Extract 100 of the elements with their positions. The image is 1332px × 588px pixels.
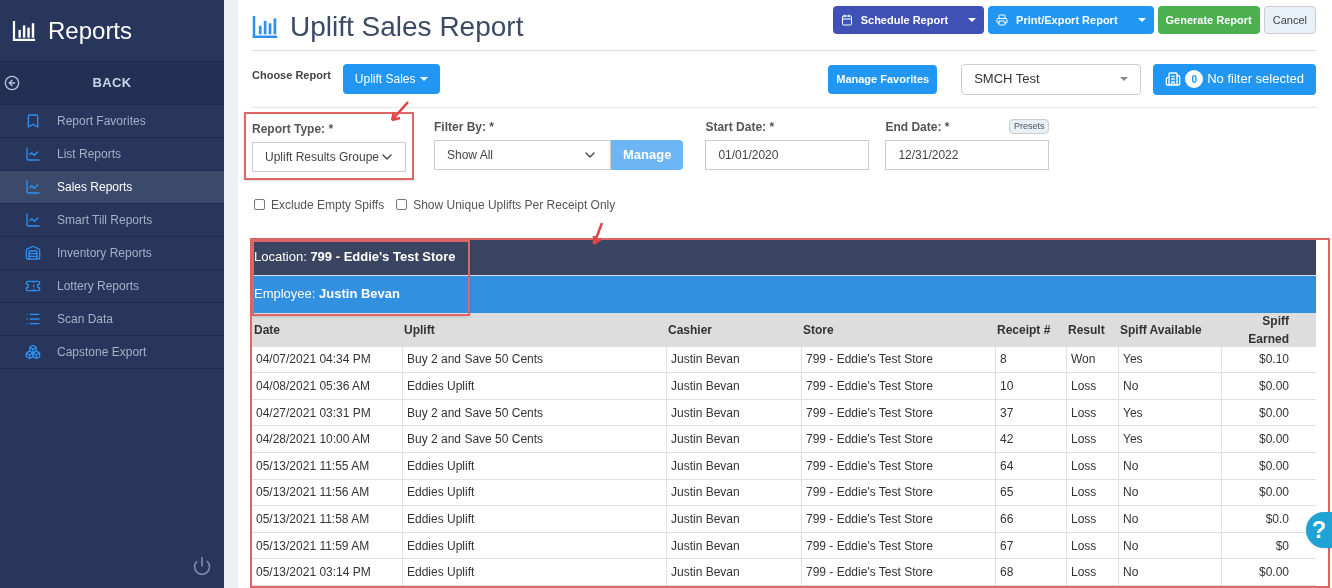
schedule-report-button[interactable]: Schedule Report [832,6,985,34]
choose-report-button[interactable]: Uplift Sales [342,64,440,95]
table-cell: Eddies Uplift [402,532,666,559]
ticket-icon [25,278,41,294]
boxes-icon [25,344,41,360]
help-button[interactable]: ? [1306,512,1332,548]
table-cell: 799 - Eddie's Test Store [801,426,995,453]
table-cell: Loss [1066,373,1118,399]
caret-icon [419,77,428,82]
table-cell: 37 [995,399,1066,426]
sidebar-item[interactable]: Capstone Export [0,336,224,369]
choose-report-label: Choose Report [252,67,331,83]
table-cell: Loss [1066,399,1118,426]
print-export-button[interactable]: Print/Export Report [988,6,1154,34]
power-icon[interactable] [192,556,212,576]
column-header: Result [1067,321,1106,339]
filter-by-select[interactable]: Show All [434,139,611,170]
back-button[interactable]: BACK [0,62,224,105]
column-header: Receipt # [996,321,1052,339]
table-cell: Loss [1066,479,1118,506]
table-cell: Justin Bevan [666,426,801,453]
end-date-label: End Date: * [885,118,950,136]
table-cell: $0.00 [1221,373,1313,399]
table-cell: 799 - Eddie's Test Store [801,346,995,373]
table-cell: 67 [995,532,1066,559]
table-cell: No [1118,506,1221,532]
table-cell: 799 - Eddie's Test Store [801,559,995,585]
table-cell: Justin Bevan [666,373,801,399]
bar-chart-icon [252,16,278,38]
table-cell: Justin Bevan [666,346,801,373]
employee-header: Employee: Justin Bevan [252,275,1316,313]
table-cell: $0.00 [1221,559,1313,585]
table-cell: Loss [1066,506,1118,532]
table-cell-text: 04/07/2021 04:34 PM [255,351,372,369]
table-cell-text: 05/13/2021 03:14 PM [255,564,372,582]
table-cell: Eddies Uplift [402,373,666,399]
checkbox-label: Show Unique Uplifts Per Receipt Only [413,196,616,214]
table-cell: $0.00 [1221,399,1313,426]
cancel-button[interactable]: Cancel [1263,6,1316,34]
column-header: Uplift [403,321,436,339]
table-cell-text: 04/08/2021 05:36 AM [255,378,372,396]
report-type-label: Report Type: * [252,120,335,138]
table-cell: Eddies Uplift [402,559,666,585]
start-date-label: Start Date: * [705,118,776,136]
checkbox[interactable] [254,199,265,211]
table-cell: 66 [995,506,1066,532]
sidebar-title: Reports [48,15,133,46]
table-cell: Yes [1118,426,1221,453]
table-cell-text: 05/13/2021 11:56 AM [255,484,371,502]
column-header: Date [253,321,281,339]
line-chart-icon [25,179,41,195]
table-cell: Eddies Uplift [402,453,666,479]
table-cell: 799 - Eddie's Test Store [801,532,995,559]
table-cell: Justin Bevan [666,559,801,585]
sidebar-item[interactable]: Sales Reports [0,171,224,204]
table-cell: No [1118,559,1221,585]
table-cell: Justin Bevan [666,399,801,426]
table-cell: 799 - Eddie's Test Store [801,373,995,399]
table-cell: Eddies Uplift [402,506,666,532]
sidebar-item[interactable]: Inventory Reports [0,237,224,270]
checkbox[interactable] [396,199,408,211]
table-cell-text: 05/13/2021 11:58 AM [255,511,371,528]
table-cell: Eddies Uplift [402,479,666,506]
end-date-field[interactable]: 12/31/2022 [885,139,1050,170]
manage-favorites-button[interactable]: Manage Favorites [828,64,938,94]
presets-button[interactable]: Presets [1008,118,1050,135]
list-icon [25,311,41,327]
table-cell: 10 [995,373,1066,399]
table-cell-text: 04/27/2021 03:31 PM [255,404,372,422]
profile-select[interactable]: SMCH Test [961,63,1142,95]
column-header: Cashier [667,321,714,339]
table-cell: Justin Bevan [666,453,801,479]
start-date-field[interactable]: 01/01/2020 [705,139,870,170]
table-cell: Justin Bevan [666,479,801,506]
table-cell: Justin Bevan [666,532,801,559]
bookmark-icon [25,113,41,129]
page-title: Uplift Sales Report [290,10,524,44]
caret-icon [968,18,977,22]
column-header: Spiff Earned [1247,312,1290,348]
line-chart-icon [25,146,41,162]
shelf-icon [25,245,41,261]
table-cell: 42 [995,426,1066,453]
table-cell: $0.00 [1221,426,1313,453]
checkbox-label: Exclude Empty Spiffs [271,196,385,214]
annotation-arrow [590,222,606,246]
printer-icon [996,14,1009,26]
caret-icon [1120,77,1129,82]
table-cell-text: 05/13/2021 11:55 AM [255,457,371,475]
table-cell: Loss [1066,532,1118,559]
table-cell: 799 - Eddie's Test Store [801,453,995,479]
table-cell: $0.00 [1221,479,1313,506]
location-filter-button[interactable]: 0 No filter selected [1153,63,1316,95]
table-cell: 799 - Eddie's Test Store [801,506,995,532]
table-cell: Yes [1118,399,1221,426]
table-cell: No [1118,453,1221,479]
table-cell: 68 [995,559,1066,585]
location-header: Location: 799 - Eddie's Test Store [252,239,1316,276]
report-type-select[interactable]: Uplift Results Groupe [252,141,406,172]
table-cell: Loss [1066,426,1118,453]
table-cell: 65 [995,479,1066,506]
